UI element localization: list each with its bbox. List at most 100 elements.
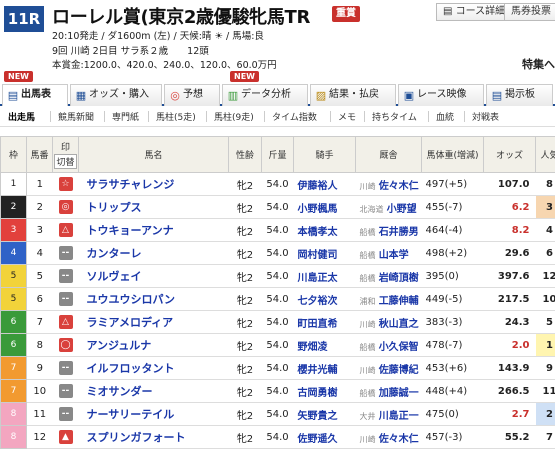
prediction-mark[interactable]: -- [58,292,73,306]
horse-name-link[interactable]: スプリンガフォート [78,425,229,449]
horse-weight: 478(-7) [421,333,484,357]
jockey-link[interactable]: 本橋孝太 [293,218,356,242]
prediction-mark[interactable]: -- [58,269,73,283]
prediction-mark[interactable]: ▲ [58,430,73,444]
trainer-link[interactable]: 岩崎頂樹 [379,273,419,284]
odds-value: 107.0 [483,172,536,196]
tab-video[interactable]: ▣ レース映像 [398,84,484,106]
horse-name-link[interactable]: アンジュルナ [78,333,229,357]
tab-data[interactable]: ▥ データ分析 [222,84,308,106]
feature-link[interactable]: 特集へ [522,56,555,72]
prediction-mark[interactable]: ◎ [58,200,73,214]
mark-cell[interactable]: -- [52,287,79,311]
horse-name-link[interactable]: トリップス [78,195,229,219]
trainer-link[interactable]: 佐々木仁 [379,181,419,192]
prediction-mark[interactable]: △ [58,223,73,237]
sex-age: 牝2 [228,425,262,449]
tab-board[interactable]: ▤ 掲示板 [486,84,553,106]
jockey-link[interactable]: 伊藤裕人 [293,172,356,196]
mark-cell[interactable]: ☆ [52,172,79,196]
horse-name-link[interactable]: イルフロッタント [78,356,229,380]
trainer-link[interactable]: 佐藤博紀 [379,365,419,376]
subtab-memo[interactable]: メモ [338,110,356,123]
jockey-link[interactable]: 川島正太 [293,264,356,288]
subtab-pedigree[interactable]: 血統 [436,110,454,123]
prediction-mark[interactable]: ◯ [58,338,73,352]
subtab-time-index[interactable]: タイム指数 [272,110,317,123]
course-detail-button[interactable]: ▤ コース詳細 [436,3,513,21]
jockey-link[interactable]: 野畑凌 [293,333,356,357]
subtab-entries[interactable]: 出走馬 [8,110,35,123]
mark-cell[interactable]: -- [52,356,79,380]
grade-badge: 重賞 [332,6,360,22]
mark-cell[interactable]: ▲ [52,425,79,449]
trainer-link[interactable]: 石井勝男 [379,227,419,238]
tab-result[interactable]: ▨ 結果・払戻 [310,84,396,106]
header-weight: 馬体重(増減) [421,136,484,173]
sex-age: 牝2 [228,241,262,265]
horse-name-link[interactable]: サラサチャレンジ [78,172,229,196]
jockey-link[interactable]: 櫻井光輔 [293,356,356,380]
prediction-mark[interactable]: -- [58,246,73,260]
subtab-umabashira5[interactable]: 馬柱(5走) [156,110,196,123]
prediction-mark[interactable]: -- [58,407,73,421]
kinryo: 54.0 [261,333,294,357]
jockey-link[interactable]: 七夕裕次 [293,287,356,311]
horse-name-link[interactable]: ナーサリーテイル [78,402,229,426]
prediction-mark[interactable]: ☆ [58,177,73,191]
horse-name-link[interactable]: ラミアメロディア [78,310,229,334]
mark-cell[interactable]: ◯ [52,333,79,357]
horse-name-link[interactable]: カンターレ [78,241,229,265]
tab-odds[interactable]: ▦ オッズ・購入 [70,84,162,106]
subtab-mochi-time[interactable]: 持ちタイム [372,110,417,123]
mark-toggle[interactable]: 切替 [54,154,77,169]
subtab-umabashira9[interactable]: 馬柱(9走) [214,110,254,123]
subtab-newspaper[interactable]: 競馬新聞 [58,110,94,123]
prediction-mark[interactable]: -- [58,384,73,398]
horse-weight: 457(-3) [421,425,484,449]
trainer-link[interactable]: 小久保智 [379,342,419,353]
trainer-link[interactable]: 秋山直之 [379,319,419,330]
trainer-link[interactable]: 山本学 [379,250,409,261]
trainer-link[interactable]: 加藤誠一 [379,388,419,399]
odds-value: 24.3 [483,310,536,334]
horse-name-link[interactable]: ソルヴェイ [78,264,229,288]
subtab-matchup[interactable]: 対戦表 [472,110,499,123]
trainer-link[interactable]: 小野望 [387,204,417,215]
jockey-link[interactable]: 古岡勇樹 [293,379,356,403]
header-mark[interactable]: 印切替 [52,136,79,173]
popularity: 11 [535,379,555,403]
jockey-link[interactable]: 佐野遥久 [293,425,356,449]
subtab-senmonshi[interactable]: 専門紙 [112,110,139,123]
mark-cell[interactable]: ◎ [52,195,79,219]
trainer-link[interactable]: 佐々木仁 [379,434,419,445]
jockey-link[interactable]: 小野楓馬 [293,195,356,219]
prediction-mark[interactable]: -- [58,361,73,375]
odds-value: 2.0 [483,333,536,357]
jockey-link[interactable]: 町田直希 [293,310,356,334]
jockey-link[interactable]: 矢野貴之 [293,402,356,426]
tab-shutuba[interactable]: ▤ 出馬表 [2,84,68,106]
tab-yoso[interactable]: ◎ 予想 [164,84,220,106]
mark-cell[interactable]: △ [52,218,79,242]
trainer-cell: 川崎 佐々木仁 [355,172,422,196]
mark-cell[interactable]: -- [52,379,79,403]
odds-value: 8.2 [483,218,536,242]
trainer-link[interactable]: 工藤伸輔 [379,296,419,307]
mark-cell[interactable]: -- [52,264,79,288]
popularity: 7 [535,425,555,449]
mark-cell[interactable]: -- [52,241,79,265]
umaban-cell: 12 [26,425,53,449]
mark-cell[interactable]: △ [52,310,79,334]
horse-name-link[interactable]: ミオサンダー [78,379,229,403]
mark-cell[interactable]: -- [52,402,79,426]
trainer-link[interactable]: 川島正一 [379,411,419,422]
horse-name-link[interactable]: トウキョーアンナ [78,218,229,242]
prediction-mark[interactable]: △ [58,315,73,329]
umaban-cell: 1 [26,172,53,196]
jockey-link[interactable]: 岡村健司 [293,241,356,265]
table-row: 55 -- ソルヴェイ牝254.0川島正太船橋 岩崎頂樹395(0)397.612 [0,264,555,288]
horse-name-link[interactable]: ユウユウシロパン [78,287,229,311]
header-jockey: 騎手 [293,136,356,173]
bet-button[interactable]: 馬券投票 [504,3,555,21]
